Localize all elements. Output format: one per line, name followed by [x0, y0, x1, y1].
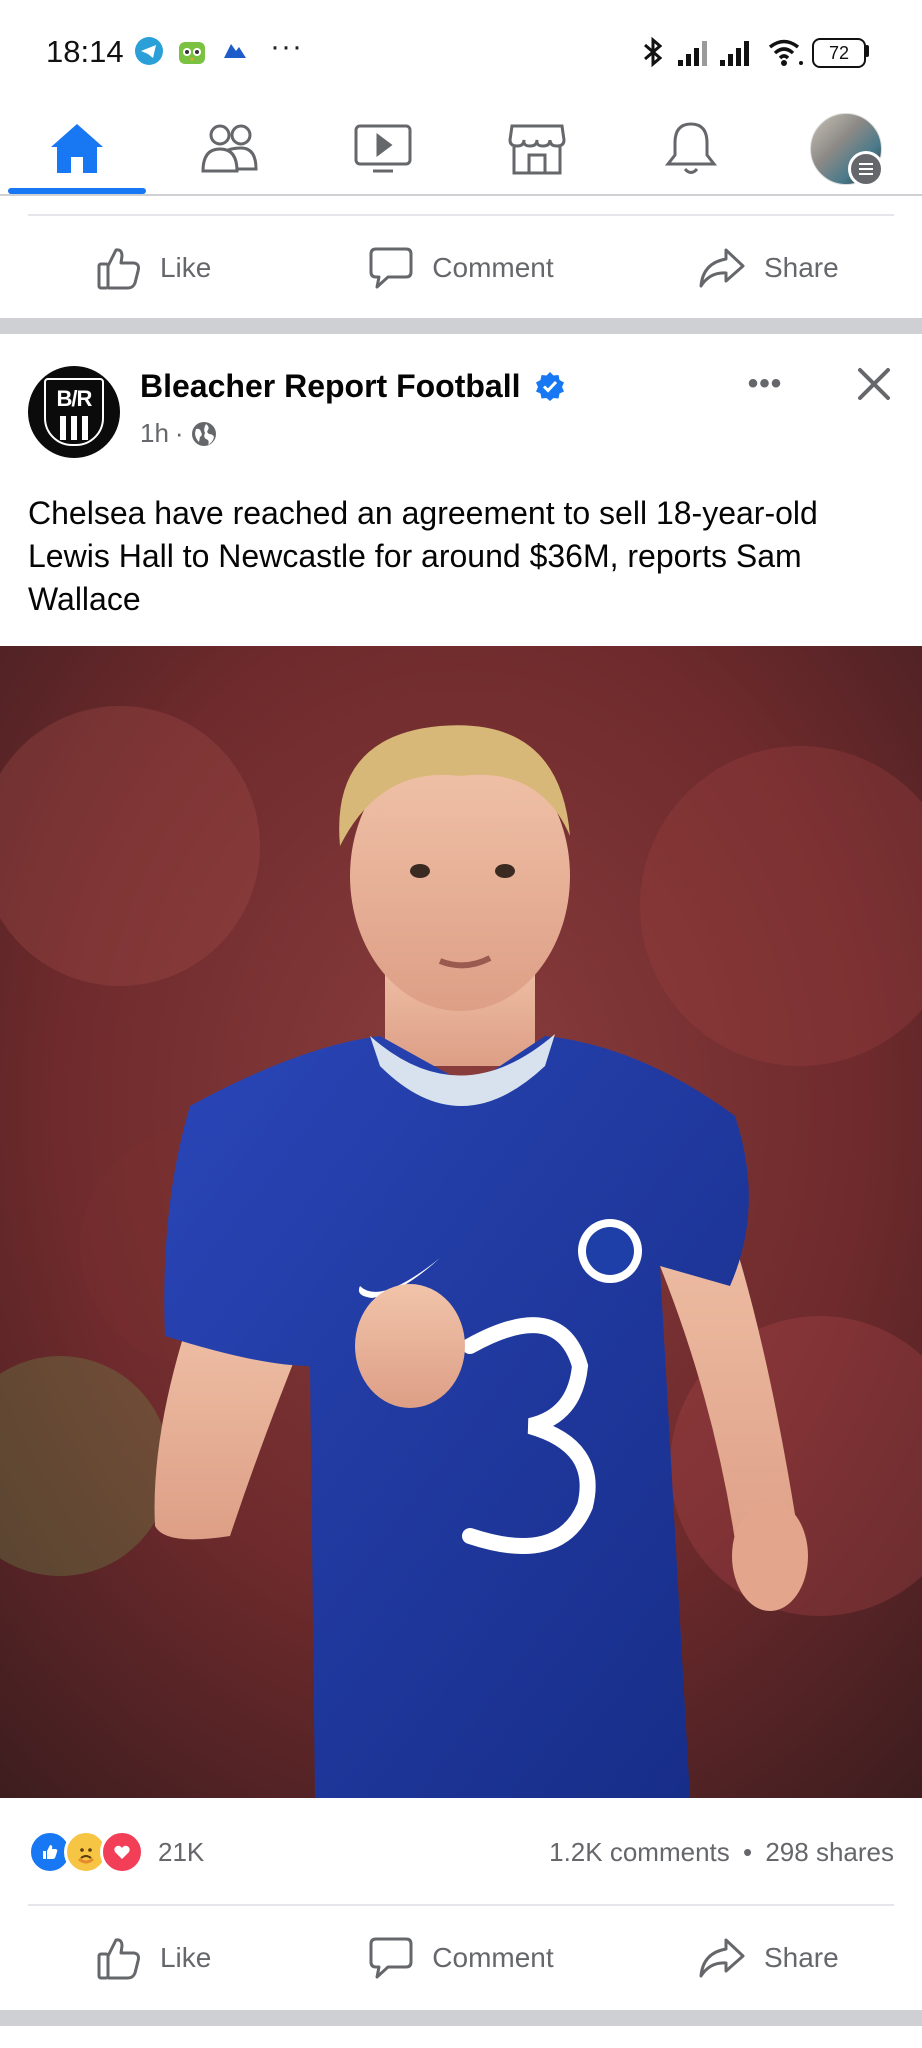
- signal-icon: [678, 41, 707, 66]
- page-avatar[interactable]: B/R: [28, 366, 120, 458]
- menu-icon: [848, 151, 884, 187]
- wifi-icon: [768, 39, 803, 66]
- love-reaction-icon: [100, 1830, 144, 1874]
- tab-watch[interactable]: [308, 100, 458, 196]
- globe-icon: [191, 421, 216, 446]
- status-bar: 18:14 ··· 72: [0, 0, 922, 100]
- post-time[interactable]: 1h: [140, 418, 169, 449]
- profile-menu-icon: [810, 113, 884, 187]
- count-dot: •: [743, 1836, 753, 1867]
- verified-badge-icon: [536, 372, 565, 401]
- comment-button[interactable]: Comment: [307, 1908, 614, 2008]
- like-icon: [97, 248, 140, 290]
- cloud-icon: [224, 44, 246, 58]
- more-options-icon[interactable]: •••: [742, 364, 788, 404]
- like-button[interactable]: Like: [0, 1908, 307, 2008]
- reaction-count: 21K: [158, 1836, 205, 1867]
- owl-app-icon: [179, 42, 205, 64]
- tab-marketplace[interactable]: [462, 100, 612, 196]
- comment-label: Comment: [432, 1942, 554, 1973]
- more-dots-icon: ···: [270, 30, 303, 63]
- post-meta: 1h ·: [140, 418, 218, 449]
- telegram-icon: [135, 37, 163, 65]
- reactions-summary[interactable]: 21K: [28, 1830, 204, 1874]
- share-icon: [699, 1938, 745, 1978]
- friends-icon: [201, 124, 258, 173]
- post-actions: Like Comment Share: [0, 1908, 922, 2008]
- post-image[interactable]: [0, 646, 922, 1798]
- share-button[interactable]: Share: [615, 1908, 922, 2008]
- comment-button[interactable]: Comment: [307, 218, 614, 318]
- like-button[interactable]: Like: [0, 218, 307, 318]
- notifications-icon: [664, 122, 718, 174]
- close-icon[interactable]: [852, 362, 896, 406]
- clock: 18:14: [46, 34, 124, 69]
- like-label: Like: [159, 1942, 212, 1973]
- battery-tip: [865, 45, 869, 57]
- battery-icon: 72: [812, 38, 866, 68]
- comment-icon: [369, 247, 413, 289]
- like-label: Like: [159, 252, 212, 283]
- nav-divider: [0, 194, 922, 196]
- share-button[interactable]: Share: [615, 218, 922, 318]
- post-separator: [0, 2010, 922, 2026]
- shares-count[interactable]: 298 shares: [765, 1837, 894, 1867]
- battery-level: 72: [828, 42, 850, 63]
- share-icon: [699, 248, 745, 288]
- video-icon: [354, 124, 412, 173]
- tab-notifications[interactable]: [616, 100, 766, 196]
- previous-post-actions: Like Comment Share: [0, 218, 922, 318]
- share-label: Share: [763, 1942, 839, 1973]
- top-navigation: [0, 100, 922, 196]
- like-icon: [97, 1938, 140, 1980]
- comment-icon: [369, 1937, 413, 1979]
- divider: [28, 214, 894, 216]
- share-label: Share: [763, 252, 839, 283]
- meta-dot: ·: [174, 418, 184, 448]
- bleacher-report-logo: B/R: [44, 378, 104, 446]
- comments-count[interactable]: 1.2K comments: [549, 1837, 730, 1867]
- comment-label: Comment: [432, 252, 554, 283]
- engagement-counts: 1.2K comments • 298 shares: [549, 1837, 894, 1868]
- marketplace-icon: [508, 124, 566, 175]
- tab-friends[interactable]: [154, 100, 304, 196]
- post-stats: 21K 1.2K comments • 298 shares: [28, 1830, 894, 1874]
- post-separator: [0, 318, 922, 334]
- player-photo: [0, 646, 922, 1798]
- signal-icon: [720, 41, 749, 66]
- tab-home[interactable]: [2, 100, 152, 196]
- divider: [28, 1904, 894, 1906]
- home-icon: [51, 124, 103, 173]
- post-caption: Chelsea have reached an agreement to sel…: [28, 495, 818, 617]
- tab-profile-menu[interactable]: [770, 100, 920, 196]
- page-name[interactable]: Bleacher Report Football: [140, 368, 565, 405]
- bluetooth-icon: [644, 36, 663, 68]
